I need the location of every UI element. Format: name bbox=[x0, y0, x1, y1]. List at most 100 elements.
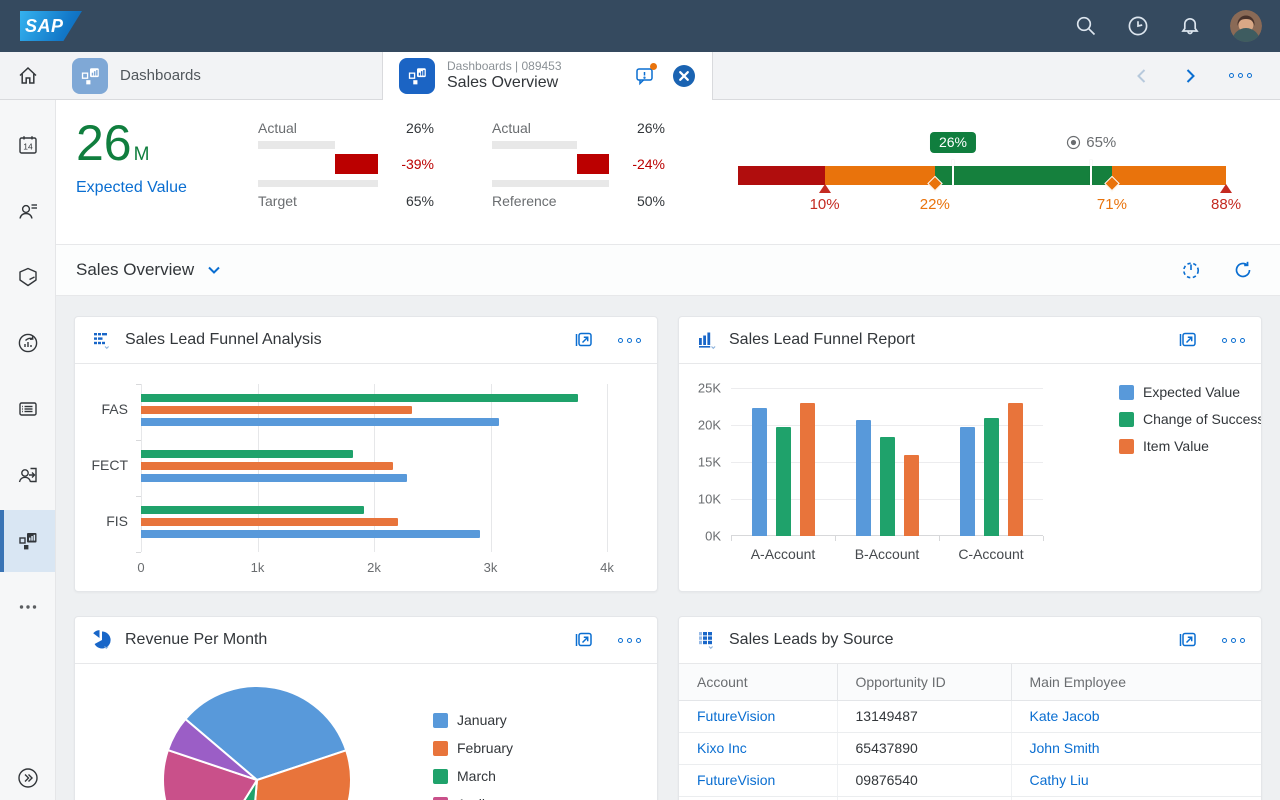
account-cell-link[interactable]: FutureVision bbox=[697, 772, 775, 788]
bullet-top-label: Actual bbox=[258, 120, 378, 136]
tab-dashboards[interactable]: Dashboards bbox=[56, 52, 382, 99]
empty-cell bbox=[1011, 796, 1261, 800]
sidebar-item-contacts[interactable] bbox=[0, 180, 55, 242]
target-slider-bar bbox=[738, 166, 1230, 185]
target-slider[interactable]: 26%65%10%22%71%88% bbox=[738, 100, 1230, 245]
bar[interactable] bbox=[141, 518, 398, 526]
card-overflow-icon[interactable] bbox=[1222, 638, 1245, 643]
bar[interactable] bbox=[141, 474, 407, 482]
main-employee-cell: Kate Jacob bbox=[1011, 700, 1261, 732]
target-icon bbox=[1066, 135, 1081, 150]
kpi-expected-value[interactable]: 26M Expected Value bbox=[76, 116, 187, 197]
tab-close-icon[interactable] bbox=[672, 64, 696, 88]
bar[interactable] bbox=[960, 427, 975, 536]
search-icon[interactable] bbox=[1074, 14, 1098, 38]
main-employee-cell-link[interactable]: Cathy Liu bbox=[1030, 772, 1089, 788]
table-row[interactable]: FutureVision 13149487 Kate Jacob bbox=[679, 700, 1261, 732]
legend-item[interactable]: Change of Success bbox=[1119, 411, 1262, 427]
sap-logo[interactable]: SAP bbox=[20, 11, 82, 41]
column-header[interactable]: Account bbox=[679, 664, 837, 700]
refresh-icon[interactable] bbox=[1232, 259, 1254, 281]
bar[interactable] bbox=[880, 437, 895, 536]
legend-swatch bbox=[433, 769, 448, 784]
home-icon[interactable] bbox=[0, 52, 56, 99]
bar[interactable] bbox=[141, 462, 393, 470]
card-overflow-icon[interactable] bbox=[618, 638, 641, 643]
legend-item[interactable]: Item Value bbox=[1119, 438, 1262, 454]
bar[interactable] bbox=[752, 408, 767, 536]
bullet-bottom-value: 65% bbox=[388, 193, 434, 209]
legend-item[interactable]: February bbox=[433, 740, 513, 756]
card-header: Sales Lead Funnel Analysis bbox=[75, 317, 657, 364]
bar[interactable] bbox=[1008, 403, 1023, 536]
open-in-new-icon[interactable] bbox=[572, 629, 594, 651]
slider-target-label: 65% bbox=[1066, 134, 1116, 151]
bullet-top-value: 26% bbox=[388, 120, 434, 136]
user-avatar[interactable] bbox=[1230, 10, 1262, 42]
legend-item[interactable]: April bbox=[433, 796, 513, 800]
tab-notification-icon[interactable] bbox=[634, 65, 656, 87]
column-header[interactable]: Opportunity ID bbox=[837, 664, 1011, 700]
sidebar-item-leads[interactable] bbox=[0, 444, 55, 506]
slider-segment bbox=[935, 166, 1112, 185]
bar[interactable] bbox=[904, 455, 919, 536]
card-overflow-icon[interactable] bbox=[1222, 338, 1245, 343]
category-label: B-Account bbox=[855, 546, 920, 562]
sidebar-item-products[interactable] bbox=[0, 246, 55, 308]
scheduled-refresh-icon[interactable] bbox=[1180, 259, 1202, 281]
sidebar: 14 bbox=[0, 100, 56, 800]
time-icon[interactable] bbox=[1126, 14, 1150, 38]
bar[interactable] bbox=[141, 394, 578, 402]
slider-segment bbox=[738, 166, 825, 185]
bar[interactable] bbox=[141, 506, 364, 514]
bar[interactable] bbox=[141, 418, 499, 426]
chevron-left-icon[interactable] bbox=[1133, 67, 1151, 85]
account-cell-link[interactable]: FutureVision bbox=[697, 708, 775, 724]
open-in-new-icon[interactable] bbox=[1176, 329, 1198, 351]
opportunity-id-cell: 13149487 bbox=[837, 700, 1011, 732]
chevron-right-icon[interactable] bbox=[1181, 67, 1199, 85]
main-employee-cell-link[interactable]: John Smith bbox=[1030, 740, 1100, 756]
vbar-chart-icon bbox=[695, 329, 717, 351]
bar[interactable] bbox=[141, 406, 412, 414]
column-header[interactable]: Main Employee bbox=[1011, 664, 1261, 700]
card-title: Sales Leads by Source bbox=[729, 631, 894, 649]
chevron-down-icon[interactable] bbox=[206, 262, 222, 278]
legend-item[interactable]: March bbox=[433, 768, 513, 784]
table-row-partial[interactable] bbox=[679, 796, 1261, 800]
sidebar-item-calendar[interactable]: 14 bbox=[0, 114, 55, 176]
account-cell: FutureVision bbox=[679, 700, 837, 732]
kpi-unit: M bbox=[134, 144, 150, 165]
sidebar-expand-icon[interactable] bbox=[0, 766, 56, 790]
bar[interactable] bbox=[856, 420, 871, 536]
card-revenue-per-month: Revenue Per Month JanuaryFebruaryMarchAp… bbox=[74, 616, 658, 800]
opportunity-id-cell: 65437890 bbox=[837, 732, 1011, 764]
bar[interactable] bbox=[141, 450, 353, 458]
account-cell-link[interactable]: Kixo Inc bbox=[697, 740, 747, 756]
sidebar-item-activities[interactable] bbox=[0, 378, 55, 440]
main-employee-cell-link[interactable]: Kate Jacob bbox=[1030, 708, 1100, 724]
notifications-icon[interactable] bbox=[1178, 14, 1202, 38]
bar[interactable] bbox=[776, 427, 791, 536]
open-in-new-icon[interactable] bbox=[572, 329, 594, 351]
table-row[interactable]: Kixo Inc 65437890 John Smith bbox=[679, 732, 1261, 764]
table-row[interactable]: FutureVision09876540Cathy Liu bbox=[679, 764, 1261, 796]
bullet-chart-reference[interactable]: Actual 26% -24% Reference 50% bbox=[492, 118, 665, 210]
empty-cell bbox=[679, 796, 837, 800]
tab-sales-overview[interactable]: Dashboards | 089453 Sales Overview bbox=[382, 52, 713, 100]
legend-item[interactable]: Expected Value bbox=[1119, 384, 1262, 400]
overflow-icon[interactable] bbox=[1229, 73, 1252, 78]
bullet-chart-target[interactable]: Actual 26% -39% Target 65% bbox=[258, 118, 434, 210]
bar[interactable] bbox=[800, 403, 815, 536]
bullet-bottom-value: 50% bbox=[619, 193, 665, 209]
card-overflow-icon[interactable] bbox=[618, 338, 641, 343]
bar[interactable] bbox=[141, 530, 480, 538]
slider-marker-label: 22% bbox=[920, 196, 950, 213]
account-cell: FutureVision bbox=[679, 764, 837, 796]
bar[interactable] bbox=[984, 418, 999, 536]
open-in-new-icon[interactable] bbox=[1176, 629, 1198, 651]
sidebar-item-dashboards[interactable] bbox=[0, 510, 55, 572]
sidebar-overflow-icon[interactable] bbox=[0, 576, 55, 638]
legend-item[interactable]: January bbox=[433, 712, 513, 728]
sidebar-item-performance[interactable] bbox=[0, 312, 55, 374]
